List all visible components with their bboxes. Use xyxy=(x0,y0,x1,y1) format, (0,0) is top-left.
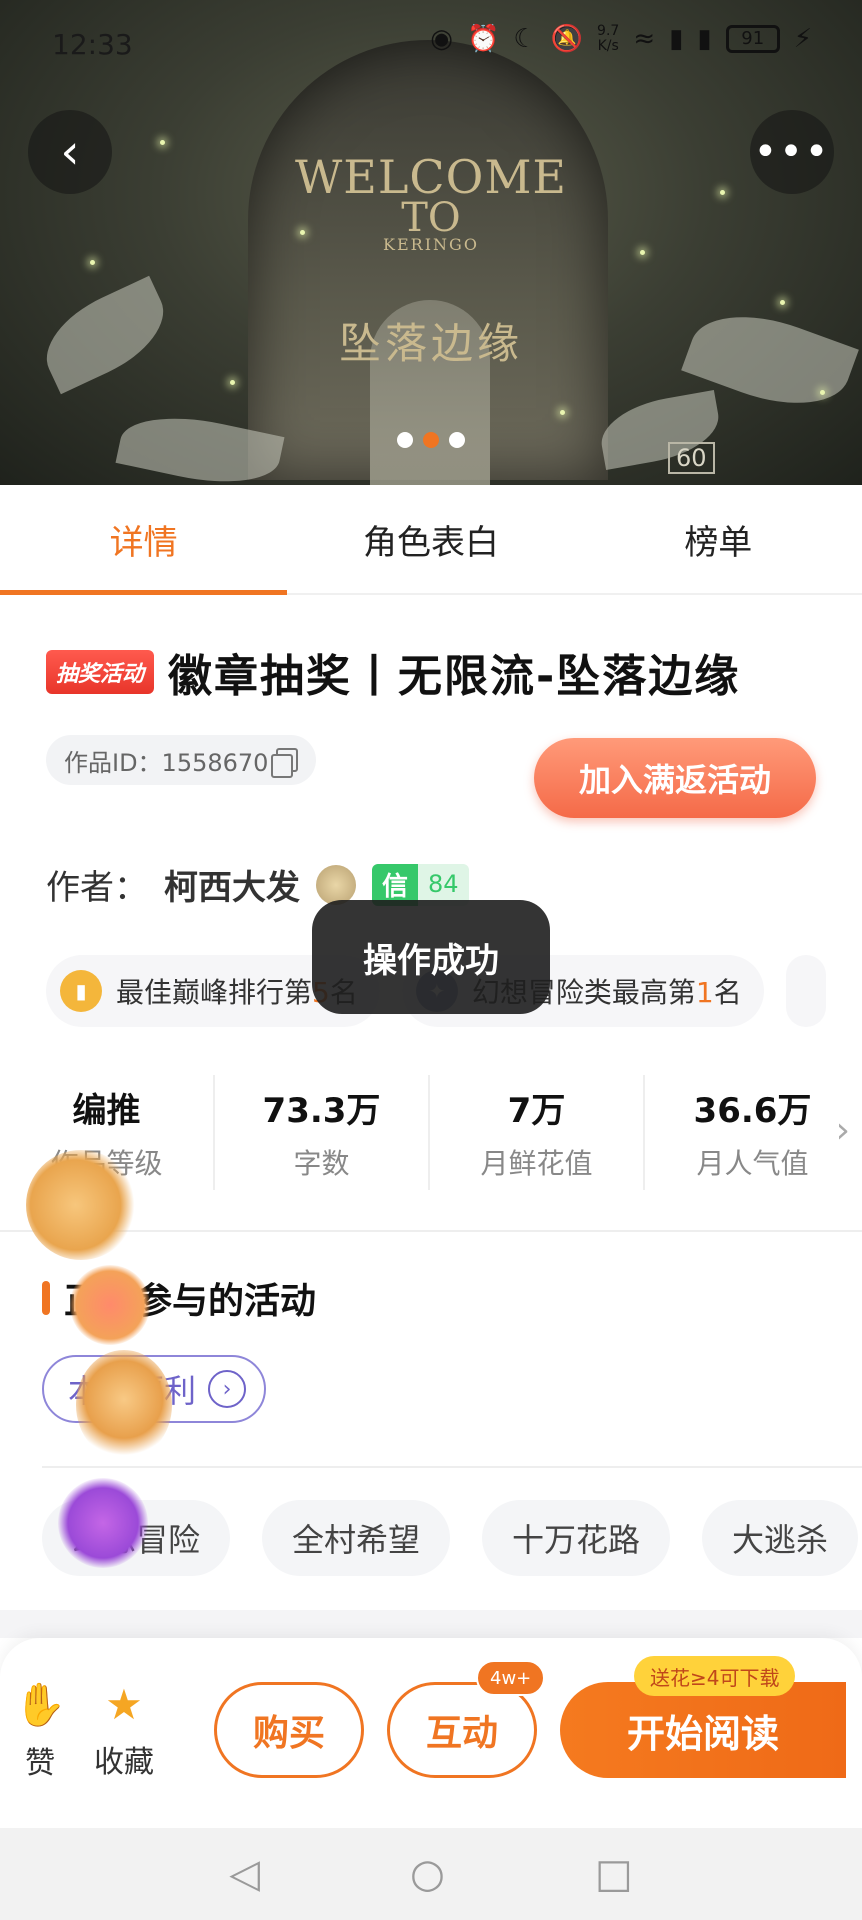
carousel-dot[interactable] xyxy=(397,432,413,448)
genre-tags: 幻想冒险 全村希望 十万花路 大逃杀 xyxy=(42,1500,859,1576)
stat-value: 7万 xyxy=(507,1091,566,1131)
tab-rankings[interactable]: 榜单 xyxy=(575,485,862,593)
tab-details[interactable]: 详情 xyxy=(0,485,288,595)
stat-monthly-flowers: 7万 月鲜花值 xyxy=(430,1075,645,1190)
status-bar: 12:33 ◉ ⏰ ☾ 🔕 9.7 K/s ≈ ▮ ▮ 91 ⚡ xyxy=(0,0,862,90)
firefly xyxy=(90,260,95,265)
nav-back-icon[interactable]: ◁ xyxy=(229,1851,260,1897)
carousel-dot-active[interactable] xyxy=(423,432,439,448)
work-id-pill[interactable]: 作品ID：1558670 xyxy=(46,735,317,785)
shiba-sticker-icon[interactable] xyxy=(26,1150,136,1260)
hero-keringo-text: KERINGO xyxy=(383,235,479,254)
rank-prefix: 最佳巅峰排行第 xyxy=(116,976,313,1009)
work-id-text: 作品ID：1558670 xyxy=(64,748,269,777)
author-medal-icon xyxy=(316,864,356,905)
chevron-right-icon[interactable]: › xyxy=(836,1110,850,1151)
carousel-dot[interactable] xyxy=(449,432,465,448)
stat-word-count: 73.3万 字数 xyxy=(215,1075,430,1190)
divider xyxy=(42,1466,862,1468)
stats-row[interactable]: 编推 作品等级 73.3万 字数 7万 月鲜花值 36.6万 月人气值 xyxy=(0,1075,862,1190)
download-hint-badge: 送花≥4可下载 xyxy=(634,1656,796,1696)
book-title: 徽章抽奖丨无限流-坠落边缘 xyxy=(168,651,741,702)
network-speed-unit: K/s xyxy=(597,38,619,54)
stat-monthly-popularity: 36.6万 月人气值 xyxy=(645,1075,860,1190)
copy-icon[interactable] xyxy=(271,748,299,778)
network-speed: 9.7 K/s xyxy=(597,24,619,54)
author-label: 作者： xyxy=(46,868,148,908)
firefly xyxy=(780,300,785,305)
author-name[interactable]: 柯西大发 xyxy=(164,860,300,909)
carousel-dots xyxy=(0,432,862,448)
favorite-label: 收藏 xyxy=(94,1745,154,1780)
gift-sticker-icon[interactable] xyxy=(70,1265,150,1345)
genre-tag[interactable]: 十万花路 xyxy=(482,1500,671,1576)
like-button[interactable]: ✋ 赞 xyxy=(14,1680,66,1782)
bar-chart-icon: ▮ xyxy=(60,970,102,1012)
stat-label: 月人气值 xyxy=(696,1147,809,1180)
stat-value: 36.6万 xyxy=(693,1091,812,1131)
like-label: 赞 xyxy=(25,1746,56,1781)
more-button[interactable]: ••• xyxy=(750,110,834,194)
section-accent-bar xyxy=(42,1281,50,1315)
system-nav-bar: ◁ ○ □ xyxy=(0,1828,862,1920)
genre-tag[interactable]: 全村希望 xyxy=(262,1500,451,1576)
back-button[interactable]: ‹ xyxy=(28,110,112,194)
charging-icon: ⚡ xyxy=(793,24,812,54)
star-sticker-icon[interactable] xyxy=(58,1478,148,1568)
status-icons: ◉ ⏰ ☾ 🔕 9.7 K/s ≈ ▮ ▮ 91 ⚡ xyxy=(430,24,812,55)
success-toast: 操作成功 xyxy=(312,900,550,1014)
lottery-tag: 抽奖活动 xyxy=(46,650,155,694)
firefly xyxy=(560,410,565,415)
rank-chip-more[interactable] xyxy=(785,955,826,1027)
wifi-icon: ≈ xyxy=(633,24,656,54)
firefly xyxy=(820,390,825,395)
interact-count-badge: 4w+ xyxy=(476,1660,546,1696)
hero-banner[interactable]: WELCOME TO KERINGO 坠落边缘 60 12:33 ◉ ⏰ ☾ 🔕… xyxy=(0,0,862,485)
stat-value: 73.3万 xyxy=(262,1091,381,1131)
star-icon: ★ xyxy=(105,1680,143,1729)
more-icon: ••• xyxy=(753,129,831,175)
hero-cn-title: 坠落边缘 xyxy=(338,319,523,368)
genre-tag[interactable]: 大逃杀 xyxy=(702,1500,859,1576)
bottom-separator xyxy=(0,1610,862,1638)
signal-icon: ▮ xyxy=(669,24,684,54)
stat-value: 编推 xyxy=(72,1091,141,1131)
network-speed-value: 9.7 xyxy=(597,23,620,39)
status-time: 12:33 xyxy=(52,28,133,61)
buy-button[interactable]: 购买 xyxy=(214,1682,364,1778)
mute-icon: 🔕 xyxy=(550,24,584,54)
tab-bar: 详情 角色表白 榜单 xyxy=(0,485,862,595)
firefly xyxy=(230,380,235,385)
battery-icon: 91 xyxy=(725,25,780,53)
favorite-button[interactable]: ★ 收藏 xyxy=(94,1680,154,1781)
app-root: WELCOME TO KERINGO 坠落边缘 60 12:33 ◉ ⏰ ☾ 🔕… xyxy=(0,0,862,1920)
stat-label: 月鲜花值 xyxy=(480,1147,593,1180)
tab-character-confession[interactable]: 角色表白 xyxy=(287,485,574,593)
shiba-heart-sticker-icon[interactable] xyxy=(76,1350,172,1460)
nav-home-icon[interactable]: ○ xyxy=(410,1851,445,1897)
interact-button[interactable]: 互动 xyxy=(387,1682,537,1778)
book-title-row: 抽奖活动 徽章抽奖丨无限流-坠落边缘 xyxy=(46,640,740,704)
eye-icon: ◉ xyxy=(430,24,453,54)
moon-icon: ☾ xyxy=(513,24,537,54)
nav-recents-icon[interactable]: □ xyxy=(595,1851,633,1897)
rank-number: 1 xyxy=(695,976,714,1009)
thumbs-up-icon: ✋ xyxy=(14,1680,67,1729)
signal-icon: ▮ xyxy=(697,24,712,54)
chevron-left-icon: ‹ xyxy=(60,124,80,180)
stat-label: 字数 xyxy=(293,1147,350,1180)
join-activity-button[interactable]: 加入满返活动 xyxy=(534,738,816,818)
chevron-right-icon: › xyxy=(208,1370,247,1408)
rank-suffix: 名 xyxy=(713,976,742,1009)
start-reading-button[interactable]: 开始阅读 xyxy=(560,1682,846,1778)
firefly xyxy=(160,140,165,145)
alarm-icon: ⏰ xyxy=(466,24,500,54)
